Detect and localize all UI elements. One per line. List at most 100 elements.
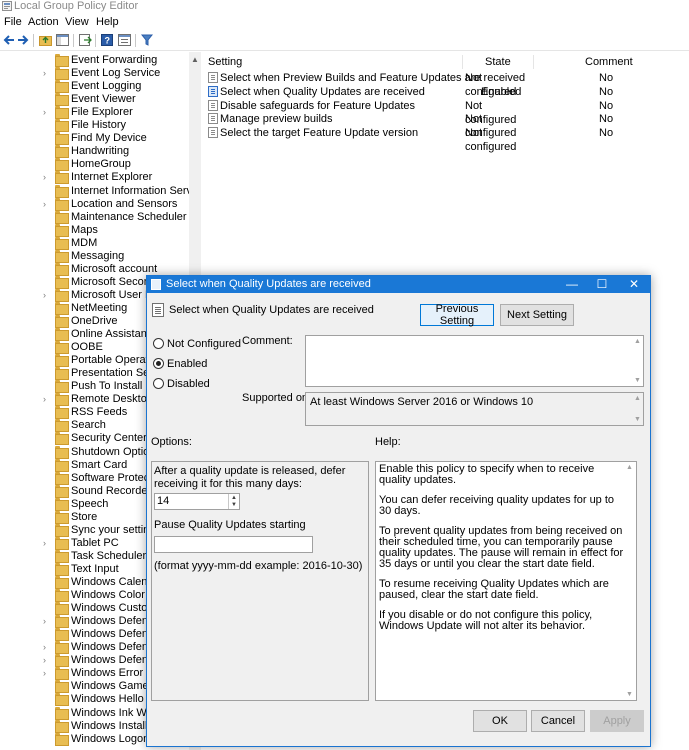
tree-item[interactable]: Event Logging [0,80,190,94]
apply-button[interactable]: Apply [590,710,644,732]
column-header-setting[interactable]: Setting [208,56,242,68]
column-header-state[interactable]: State [485,56,511,68]
expand-chevron-icon[interactable]: › [43,198,51,211]
menu-help[interactable]: Help [96,16,119,29]
scroll-up-arrow-icon[interactable]: ▲ [191,55,199,64]
supported-scrollbar[interactable]: ▲ ▼ [632,393,643,425]
tree-item[interactable]: File History [0,119,190,133]
scroll-up-arrow-icon[interactable]: ▲ [634,395,641,402]
comment-textarea[interactable]: ▲ ▼ [305,335,644,387]
tree-item[interactable]: › File Explorer [0,106,190,120]
scroll-down-arrow-icon[interactable]: ▼ [634,416,641,423]
help-book-icon[interactable]: ? [100,33,114,47]
tree-item[interactable]: Event Viewer [0,93,190,107]
radio-label: Enabled [167,358,208,370]
tree-item-label: File Explorer [71,106,133,119]
expand-chevron-icon [43,354,51,367]
tree-item-label: Security Center [71,432,147,445]
next-setting-button[interactable]: Next Setting [500,304,574,326]
menu-view[interactable]: View [65,16,89,29]
back-arrow-icon[interactable] [2,33,16,47]
folder-icon [55,602,69,616]
expand-chevron-icon[interactable]: › [43,667,51,680]
expand-chevron-icon[interactable]: › [43,615,51,628]
tree-item[interactable]: Event Forwarding [0,54,190,67]
scroll-down-arrow-icon[interactable]: ▼ [626,691,633,698]
expand-chevron-icon[interactable]: › [43,393,51,406]
expand-chevron-icon [43,185,51,198]
folder-icon [55,236,69,250]
menu-bar: File Action View Help [0,14,689,31]
expand-chevron-icon [43,93,51,106]
maximize-icon[interactable]: ☐ [587,276,617,293]
defer-days-spinbox[interactable]: 14 ▲ ▼ [154,493,240,510]
expand-chevron-icon [43,224,51,237]
folder-icon [55,158,69,172]
pause-date-input[interactable] [154,536,313,553]
tree-item-label: Maps [71,223,98,236]
spin-down-icon[interactable]: ▼ [231,502,237,509]
tree-item[interactable]: Maintenance Scheduler [0,210,190,224]
export-list-icon[interactable] [78,33,92,47]
tree-item[interactable]: Internet Information Services [0,184,200,198]
expand-chevron-icon[interactable]: › [43,654,51,667]
properties-icon[interactable] [117,33,131,47]
expand-chevron-icon[interactable]: › [43,641,51,654]
spin-up-icon[interactable]: ▲ [231,495,237,502]
radio-enabled[interactable]: Enabled [153,357,273,371]
tree-item[interactable]: Maps [0,223,190,237]
radio-circle[interactable] [153,378,164,389]
table-row[interactable]: Select when Preview Builds and Feature U… [203,71,643,98]
expand-chevron-icon[interactable]: › [43,67,51,80]
column-header-comment[interactable]: Comment [585,56,633,68]
expand-chevron-icon[interactable]: › [43,537,51,550]
tree-item[interactable]: Handwriting [0,145,190,159]
column-divider[interactable] [462,55,463,69]
folder-icon [55,667,69,681]
expand-chevron-icon[interactable]: › [43,171,51,184]
folder-icon [55,641,69,655]
spin-arrows[interactable]: ▲ ▼ [228,494,239,509]
column-divider[interactable] [533,55,534,69]
expand-chevron-icon [43,380,51,393]
defer-days-value[interactable]: 14 [157,495,169,508]
tree-item[interactable]: › Event Log Service [0,67,190,81]
tree-item[interactable]: Messaging [0,249,190,263]
tree-item[interactable]: HomeGroup [0,158,190,172]
tree-item[interactable]: Find My Device [0,132,190,146]
previous-setting-button[interactable]: Previous Setting [420,303,494,327]
tree-item[interactable]: › Internet Explorer [0,171,190,185]
radio-circle[interactable] [153,338,164,349]
expand-chevron-icon[interactable]: › [43,289,51,302]
tree-item[interactable]: MDM [0,236,190,250]
filter-icon[interactable] [140,33,154,47]
tree-item[interactable]: › Location and Sensors [0,197,190,211]
radio-disabled[interactable]: Disabled [153,377,273,391]
table-row[interactable]: Disable safeguards for Feature Updates No… [203,99,643,126]
forward-arrow-icon[interactable] [16,33,30,47]
close-icon[interactable]: ✕ [619,276,649,293]
folder-icon [55,458,69,472]
cancel-button[interactable]: Cancel [531,710,585,732]
radio-circle-selected[interactable] [153,358,164,369]
table-row[interactable]: Select when Quality Updates are received… [203,85,643,99]
table-row[interactable]: Select the target Feature Update version… [203,126,643,153]
setting-name-cell: Select when Quality Updates are received [220,85,425,98]
menu-action[interactable]: Action [28,16,59,29]
up-folder-icon[interactable] [38,33,52,47]
comment-scrollbar[interactable]: ▲ ▼ [632,336,643,386]
tree-item[interactable]: Microsoft account [0,262,190,276]
help-scrollbar[interactable]: ▲ ▼ [624,462,636,700]
table-row[interactable]: Manage preview builds Not configured No [203,112,643,139]
scroll-down-arrow-icon[interactable]: ▼ [634,377,641,384]
ok-button[interactable]: OK [473,710,527,732]
scroll-up-arrow-icon[interactable]: ▲ [634,338,641,345]
expand-chevron-icon[interactable]: › [43,106,51,119]
minimize-icon[interactable]: — [557,276,587,293]
folder-icon [55,406,69,420]
settings-list: Setting State Comment Select when Previe… [203,52,689,272]
scroll-up-arrow-icon[interactable]: ▲ [626,464,633,471]
dialog-title-bar[interactable]: Select when Quality Updates are received… [147,276,650,293]
menu-file[interactable]: File [4,16,22,29]
show-hide-tree-icon[interactable] [55,33,69,47]
